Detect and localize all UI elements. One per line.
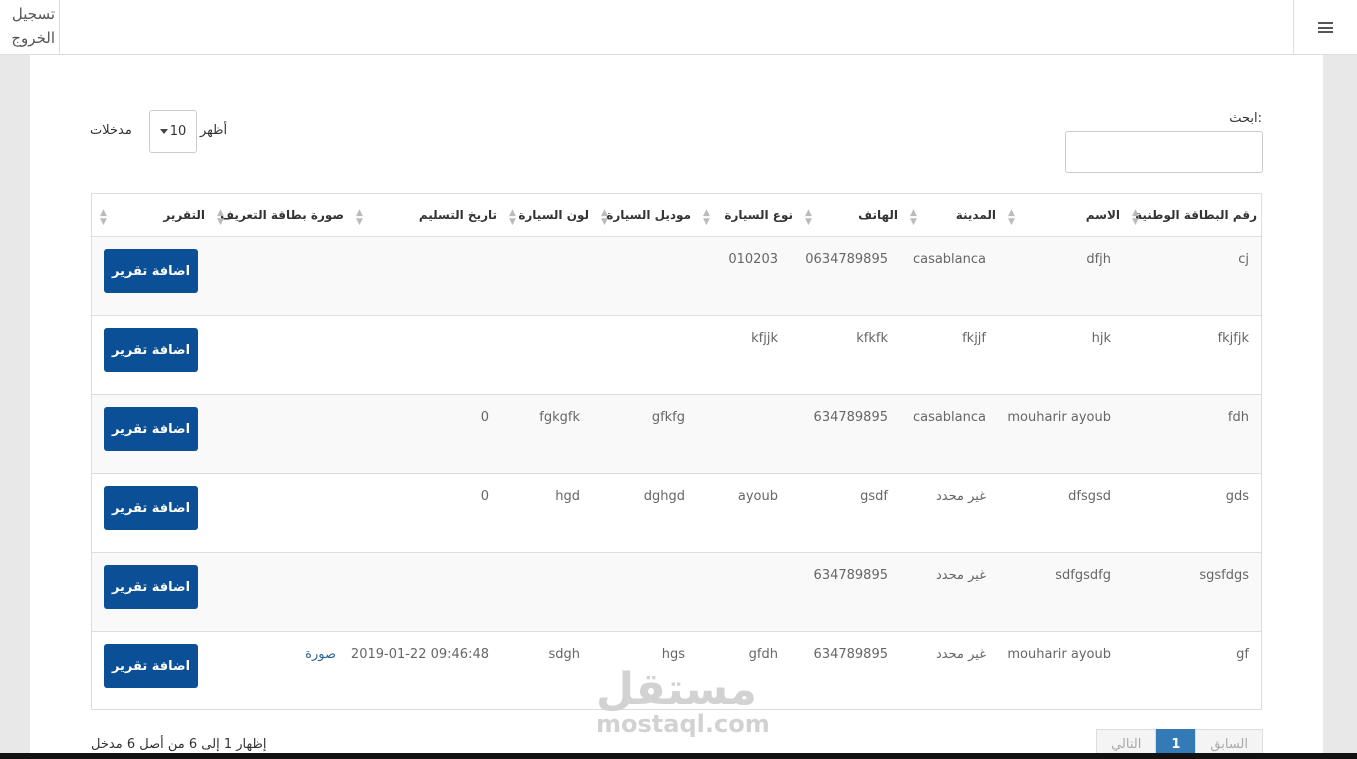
cell-phone: 634789895 — [813, 568, 888, 583]
cell-city: casablanca — [912, 252, 986, 267]
cell-car-type: gfdh — [748, 647, 778, 662]
sort-icon: ▲ ▼ — [217, 208, 224, 227]
cell-name: sdfgsdfg — [1055, 568, 1111, 583]
sort-icon: ▲ ▼ — [805, 208, 812, 227]
cell-national-id: cj — [1238, 252, 1249, 267]
cell-name: dfjh — [1086, 252, 1111, 267]
add-report-button[interactable]: اضافة تقرير — [104, 486, 198, 530]
column-header-label: الاسم — [1085, 208, 1120, 222]
cell-national-id: fkjfjk — [1217, 331, 1249, 346]
bottom-edge — [0, 753, 1357, 759]
cell-name: mouharir ayoub — [1007, 647, 1111, 662]
sort-icon: ▲ ▼ — [910, 208, 917, 227]
chevron-down-icon — [159, 129, 168, 134]
column-header-label: الهاتف — [858, 208, 898, 222]
cell-phone: kfkfk — [856, 331, 888, 346]
add-report-button[interactable]: اضافة تقرير — [104, 328, 198, 372]
cell-car-model: hgs — [661, 647, 685, 662]
add-report-button[interactable]: اضافة تقرير — [104, 565, 198, 609]
cell-phone: 634789895 — [813, 410, 888, 425]
sort-icon: ▲ ▼ — [1132, 208, 1139, 227]
add-report-button[interactable]: اضافة تقرير — [104, 644, 198, 688]
sort-icon: ▲ ▼ — [509, 208, 516, 227]
page-length-select[interactable]: 10 — [149, 110, 197, 153]
add-report-button[interactable]: اضافة تقرير — [104, 249, 198, 293]
sort-icon: ▲ ▼ — [703, 208, 710, 227]
column-header-id-photo[interactable]: صورة بطاقة التعريف ▲ ▼ — [209, 194, 348, 237]
cell-national-id: sgsfdgs — [1199, 568, 1249, 583]
cell-delivery-date: 2019-01-22 09:46:48 — [350, 647, 489, 662]
cell-name: mouharir ayoub — [1007, 410, 1111, 425]
reports-table: رقم البطاقة الوطنية ▲ ▼ الاسم ▲ ▼ المدينة … — [91, 193, 1262, 710]
column-header-car-color[interactable]: لون السيارة ▲ ▼ — [501, 194, 593, 237]
cell-name: hjk — [1091, 331, 1111, 346]
column-header-label: موديل السيارة — [606, 208, 691, 222]
cell-car-color: hgd — [555, 489, 580, 504]
column-header-phone[interactable]: الهاتف ▲ ▼ — [797, 194, 902, 237]
column-header-name[interactable]: الاسم ▲ ▼ — [1000, 194, 1124, 237]
cell-city: غير محدد — [936, 647, 986, 662]
table-row: sgsfdgs sdfgsdfg غير محدد 634789895 اضاف… — [92, 553, 1261, 632]
length-show-label: أظهر — [200, 123, 228, 138]
cell-delivery-date: 0 — [480, 410, 489, 425]
cell-national-id: fdh — [1227, 410, 1249, 425]
cell-car-type: 010203 — [728, 252, 778, 267]
cell-phone: gsdf — [860, 489, 888, 504]
cell-car-type: ayoub — [737, 489, 778, 504]
table-row: gf mouharir ayoub غير محدد 634789895 gfd… — [92, 632, 1261, 711]
cell-car-model: dghgd — [643, 489, 685, 504]
column-header-delivery-date[interactable]: تاريخ التسليم ▲ ▼ — [348, 194, 501, 237]
column-header-label: رقم البطاقة الوطنية — [1135, 208, 1257, 222]
cell-city: fkjjf — [962, 331, 986, 346]
cell-city: غير محدد — [936, 568, 986, 583]
add-report-button[interactable]: اضافة تقرير — [104, 407, 198, 451]
column-header-label: التقرير — [163, 208, 205, 222]
sort-icon: ▲ ▼ — [601, 208, 608, 227]
search-input[interactable] — [1065, 131, 1263, 173]
menu-toggle-button[interactable] — [1293, 0, 1357, 55]
search-label: ابحث: — [1229, 111, 1262, 126]
page-length-value: 10 — [169, 124, 187, 139]
cell-id-photo-link[interactable]: صورة — [305, 647, 336, 662]
table-row: fdh mouharir ayoub casablanca 634789895 … — [92, 395, 1261, 474]
column-header-report[interactable]: التقرير ▲ ▼ — [92, 194, 209, 237]
sort-icon: ▲ ▼ — [1008, 208, 1015, 227]
cell-phone: 0634789895 — [805, 252, 888, 267]
cell-phone: 634789895 — [813, 647, 888, 662]
cell-city: casablanca — [912, 410, 986, 425]
cell-car-color: fgkgfk — [539, 410, 580, 425]
table-row: fkjfjk hjk fkjjf kfkfk kfjjk اضافة تقرير — [92, 316, 1261, 395]
content-panel: ابحث: أظهر 10 مدخلات رقم البطاقة الوطنية… — [30, 55, 1323, 759]
cell-car-model: gfkfg — [651, 410, 685, 425]
top-navbar: تسجيل الخروج — [0, 0, 1357, 55]
column-header-label: صورة بطاقة التعريف — [220, 208, 344, 222]
cell-car-color: sdgh — [548, 647, 580, 662]
column-header-car-type[interactable]: نوع السيارة ▲ ▼ — [695, 194, 797, 237]
cell-national-id: gds — [1225, 489, 1249, 504]
cell-delivery-date: 0 — [480, 489, 489, 504]
cell-city: غير محدد — [936, 489, 986, 504]
length-entries-label: مدخلات — [90, 123, 132, 138]
table-row: gds dfsgsd غير محدد gsdf ayoub dghgd hgd… — [92, 474, 1261, 553]
column-header-label: تاريخ التسليم — [418, 208, 497, 222]
column-header-label: لون السيارة — [518, 208, 589, 222]
sort-icon: ▲ ▼ — [356, 208, 363, 227]
logout-link[interactable]: تسجيل الخروج — [0, 0, 60, 55]
cell-name: dfsgsd — [1068, 489, 1111, 504]
column-header-car-model[interactable]: موديل السيارة ▲ ▼ — [593, 194, 695, 237]
column-header-label: نوع السيارة — [724, 208, 793, 222]
column-header-city[interactable]: المدينة ▲ ▼ — [902, 194, 1000, 237]
table-row: cj dfjh casablanca 0634789895 010203 اضا… — [92, 237, 1261, 316]
column-header-national-id[interactable]: رقم البطاقة الوطنية ▲ ▼ — [1124, 194, 1261, 237]
cell-national-id: gf — [1236, 647, 1249, 662]
sort-icon: ▲ ▼ — [100, 208, 107, 227]
column-header-label: المدينة — [955, 208, 996, 222]
table-info: إظهار 1 إلى 6 من أصل 6 مدخل — [91, 737, 267, 752]
cell-car-type: kfjjk — [751, 331, 778, 346]
hamburger-icon — [1318, 20, 1333, 36]
